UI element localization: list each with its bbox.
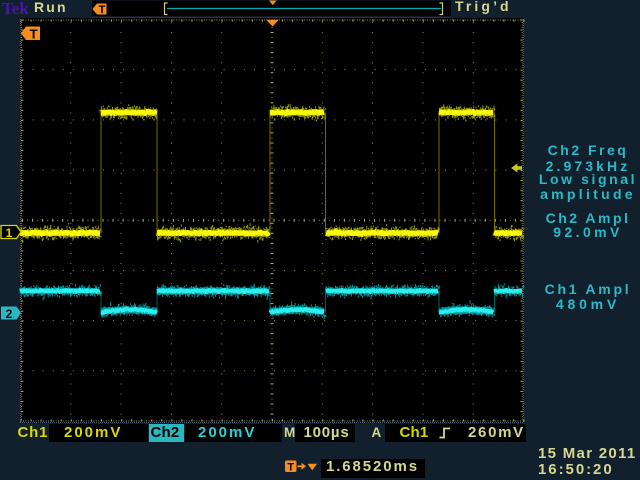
svg-text:T: T [99, 4, 106, 16]
svg-text:T: T [287, 462, 294, 474]
svg-text:1: 1 [6, 226, 13, 240]
svg-text:T: T [30, 26, 38, 41]
svg-text:2: 2 [6, 307, 13, 321]
